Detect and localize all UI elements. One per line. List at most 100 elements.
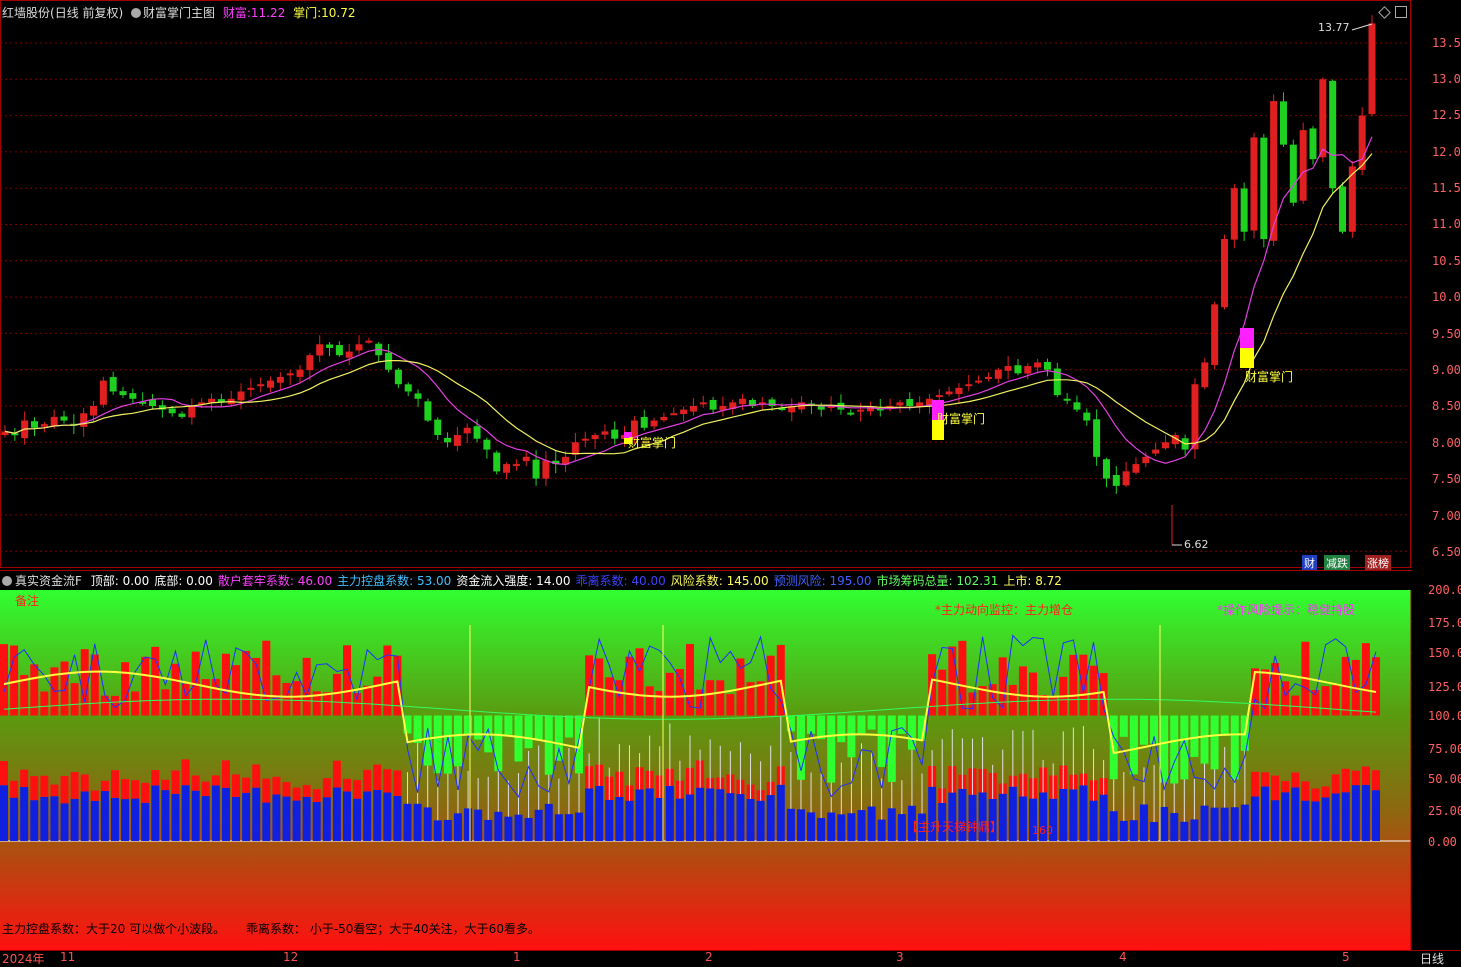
chip-bar [837,814,846,841]
candle-body [276,376,284,383]
candle-body [424,401,432,421]
outflow-bar [807,715,816,734]
chip-bar [181,785,190,841]
x-axis-month: 3 [896,950,904,964]
candle-body [689,406,697,412]
candle-body [267,380,275,388]
bottom-tag: 【主升天梯钟鼎】 [906,820,1003,834]
price-tick: 7.50 [1432,472,1461,486]
outflow-bar [464,715,473,736]
retail-bar [161,779,170,791]
candle-body [1132,464,1140,473]
inflow-bar [131,691,140,716]
retail-bar [1321,786,1330,798]
candle-body [40,424,48,427]
inflow-bar [938,669,947,716]
chip-bar [746,798,755,841]
chip-bar [211,785,220,841]
candle-body [296,369,304,377]
chip-bar [30,800,39,841]
chip-bar [191,790,200,841]
candle-body [129,393,137,399]
inflow-bar [171,663,180,716]
retail-bar [1261,772,1270,787]
candle-body [532,459,540,479]
x-axis-month: 1 [513,950,521,964]
chip-bar [1150,822,1159,841]
chip-bar [474,809,483,841]
candle-body [581,438,589,441]
risk-text: *操作风险提示：稳健持股 [1217,603,1356,617]
retail-bar [252,764,261,788]
candle-body [50,416,58,427]
candle-body [394,369,402,385]
sub-header-item: 乖离系数: 40.00 [575,574,666,588]
chip-bar [726,793,735,841]
candle-body [1004,366,1012,371]
candle-body [503,464,511,473]
outflow-bar [433,715,442,774]
inflow-bar [716,680,725,716]
retail-bar [1341,768,1350,793]
retail-bar [292,787,301,801]
outflow-bar [837,715,846,743]
sub-indicator-name[interactable]: 真实资金流F [15,574,82,588]
caifu-label: 财富: [222,6,251,20]
candle-body [955,387,963,395]
candle-body [1211,304,1219,366]
inflow-bar [90,654,99,716]
price-tick: 9.00 [1432,363,1461,377]
chip-bar [524,817,533,841]
candle-body [1289,144,1297,203]
chip-bar [1281,792,1290,841]
badge-jiandie[interactable]: 减跌 [1324,555,1350,571]
chip-bar [554,814,563,841]
chip-bar [766,795,775,841]
candle-body [896,402,904,406]
retail-bar [363,769,372,792]
inflow-bar [282,682,291,716]
dropdown-icon[interactable] [2,576,12,586]
outflow-bar [1119,715,1128,737]
indicator-name[interactable]: 财富掌门主图 [143,6,215,20]
chip-bar [161,790,170,841]
stock-name[interactable]: 红墙股份 [2,6,50,20]
candle-body [178,413,186,417]
chip-bar [60,803,69,841]
inflow-bar [1039,694,1048,716]
candle-body [1319,79,1327,158]
price-tick: 8.50 [1432,399,1461,413]
chip-bar [645,788,654,841]
chip-bar [121,799,130,841]
bottom-num: 160 [1032,824,1053,837]
chip-bar [272,794,281,841]
inflow-bar [30,664,39,716]
sub-header-item: 资金流入强度: 14.00 [456,574,571,588]
chip-bar [897,814,906,841]
candle-body [965,384,973,387]
retail-bar [282,782,291,797]
candle-body [1191,384,1199,450]
badge-zhangbang[interactable]: 涨榜 [1365,555,1391,571]
candle-body [188,406,196,418]
candle-body [80,413,88,427]
chip-bar [1119,820,1128,841]
chip-bar [312,802,321,841]
sub-header: 真实资金流F 顶部: 0.00 底部: 0.00 散户套牢系数: 46.00 主力控盘… [2,572,1062,589]
chip-bar [363,791,372,841]
outflow-bar [847,715,856,758]
chip-bar [1079,785,1088,841]
panel-toggle-icon[interactable] [1395,6,1407,18]
candlestick-chart[interactable] [0,0,1412,568]
candle-body [414,393,422,399]
candle-body [699,402,707,405]
outflow-bar [504,715,513,735]
dropdown-icon[interactable] [131,8,142,18]
chip-bar [1291,787,1300,841]
fund-flow-chart[interactable] [0,590,1412,950]
inflow-bar [141,656,150,716]
badge-cai[interactable]: 财 [1302,555,1317,571]
candle-body [611,429,619,439]
price-tick: 13.50 [1432,36,1461,50]
period-tab[interactable]: 日线 [1420,950,1444,967]
